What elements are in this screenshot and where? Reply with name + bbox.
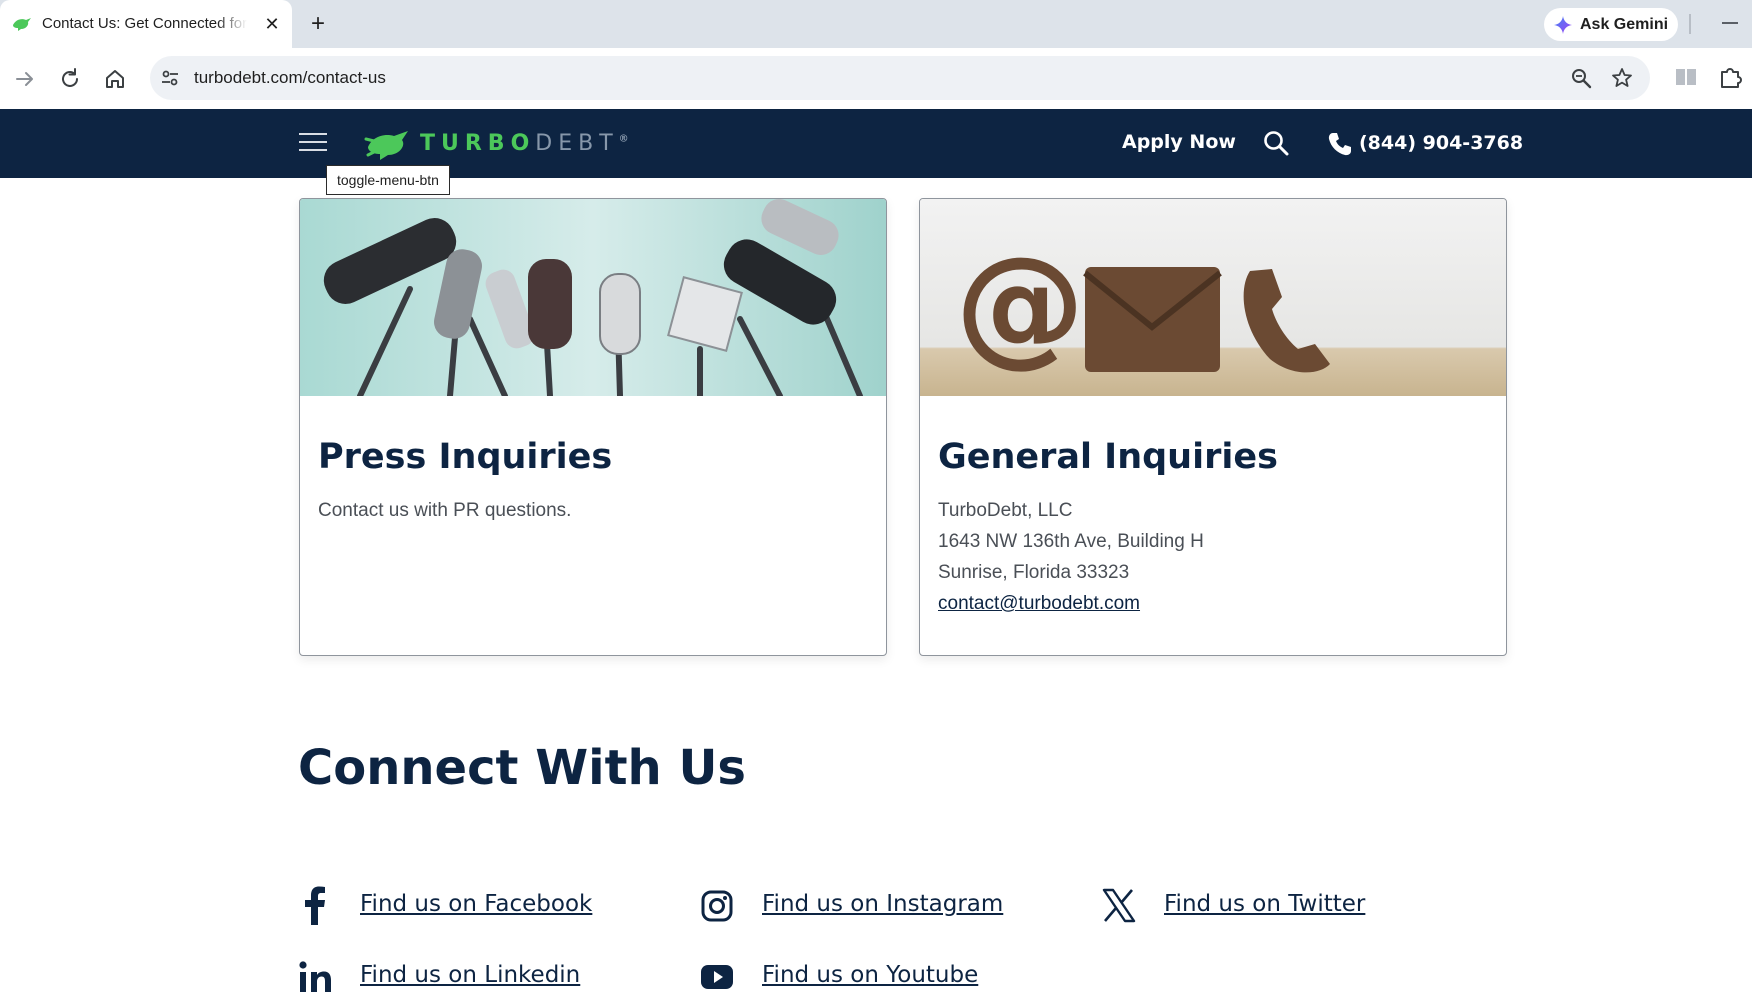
browser-toolbar: turbodebt.com/contact-us (0, 48, 1752, 109)
url-text[interactable]: turbodebt.com/contact-us (194, 68, 386, 88)
facebook-icon (305, 886, 325, 925)
svg-text:@: @ (955, 228, 1085, 380)
phone-icon (1328, 133, 1351, 156)
forward-arrow-icon[interactable] (11, 65, 39, 93)
minimize-window-icon[interactable] (1722, 22, 1738, 24)
bookmark-star-icon[interactable] (1611, 67, 1633, 89)
company-name: TurboDebt, LLC (938, 500, 1073, 521)
press-inquiries-card: Press Inquiries Contact us with PR quest… (299, 198, 887, 656)
close-tab-icon[interactable]: ✕ (262, 14, 282, 34)
linkedin-link[interactable]: Find us on Linkedin (360, 962, 580, 988)
hamburger-menu-icon[interactable] (299, 133, 327, 153)
new-tab-button[interactable]: + (306, 12, 330, 36)
instagram-icon (701, 890, 733, 922)
zoom-icon[interactable] (1570, 67, 1592, 89)
contact-email-link[interactable]: contact@turbodebt.com (938, 593, 1140, 614)
contact-symbols-image: @ (920, 199, 1506, 396)
x-twitter-icon (1102, 888, 1136, 923)
ask-gemini-button[interactable]: Ask Gemini (1544, 8, 1678, 41)
phone-number: (844) 904-3768 (1359, 132, 1524, 154)
connect-section-title: Connect With Us (298, 740, 746, 796)
tab-title: Contact Us: Get Connected for Debt Help (42, 15, 247, 32)
turbodebt-logo[interactable]: TURBODEBT® (364, 127, 629, 161)
turtle-logo-icon (364, 131, 408, 160)
facebook-link[interactable]: Find us on Facebook (360, 891, 592, 917)
browser-tab-strip: Contact Us: Get Connected for Debt Help … (0, 0, 1752, 48)
press-card-title: Press Inquiries (318, 437, 613, 477)
window-separator (1689, 14, 1691, 34)
reading-mode-icon[interactable] (1673, 64, 1699, 90)
ask-gemini-label: Ask Gemini (1580, 16, 1669, 33)
turbodebt-favicon-icon (13, 18, 31, 31)
twitter-link[interactable]: Find us on Twitter (1164, 891, 1365, 917)
gemini-sparkle-icon (1554, 16, 1572, 34)
press-card-body: Contact us with PR questions. (318, 495, 571, 526)
youtube-icon (701, 965, 733, 989)
browser-tab-active[interactable]: Contact Us: Get Connected for Debt Help … (0, 0, 292, 48)
reload-icon[interactable] (56, 65, 84, 93)
general-card-title: General Inquiries (938, 437, 1278, 477)
site-info-icon[interactable] (160, 68, 180, 88)
general-card-body: TurboDebt, LLC 1643 NW 136th Ave, Buildi… (938, 495, 1204, 619)
general-inquiries-card: @ General Inquiries TurboDebt, LLC 1643 … (919, 198, 1507, 656)
site-header: TURBODEBT® Apply Now (844) 904-3768 (0, 109, 1752, 178)
city-state-zip: Sunrise, Florida 33323 (938, 562, 1130, 583)
extensions-puzzle-icon[interactable] (1718, 64, 1744, 90)
instagram-link[interactable]: Find us on Instagram (762, 891, 1003, 917)
youtube-link[interactable]: Find us on Youtube (762, 962, 978, 988)
home-icon[interactable] (101, 65, 129, 93)
press-card-text: Contact us with PR questions. (318, 500, 572, 521)
toggle-menu-tooltip: toggle-menu-btn (326, 165, 450, 195)
logo-wordmark: TURBODEBT® (420, 131, 629, 156)
microphones-image (300, 199, 886, 396)
linkedin-icon (299, 961, 331, 992)
search-icon[interactable] (1262, 129, 1290, 157)
address-bar[interactable]: turbodebt.com/contact-us (150, 56, 1650, 100)
apply-now-link[interactable]: Apply Now (1122, 131, 1236, 153)
street-address: 1643 NW 136th Ave, Building H (938, 531, 1204, 552)
